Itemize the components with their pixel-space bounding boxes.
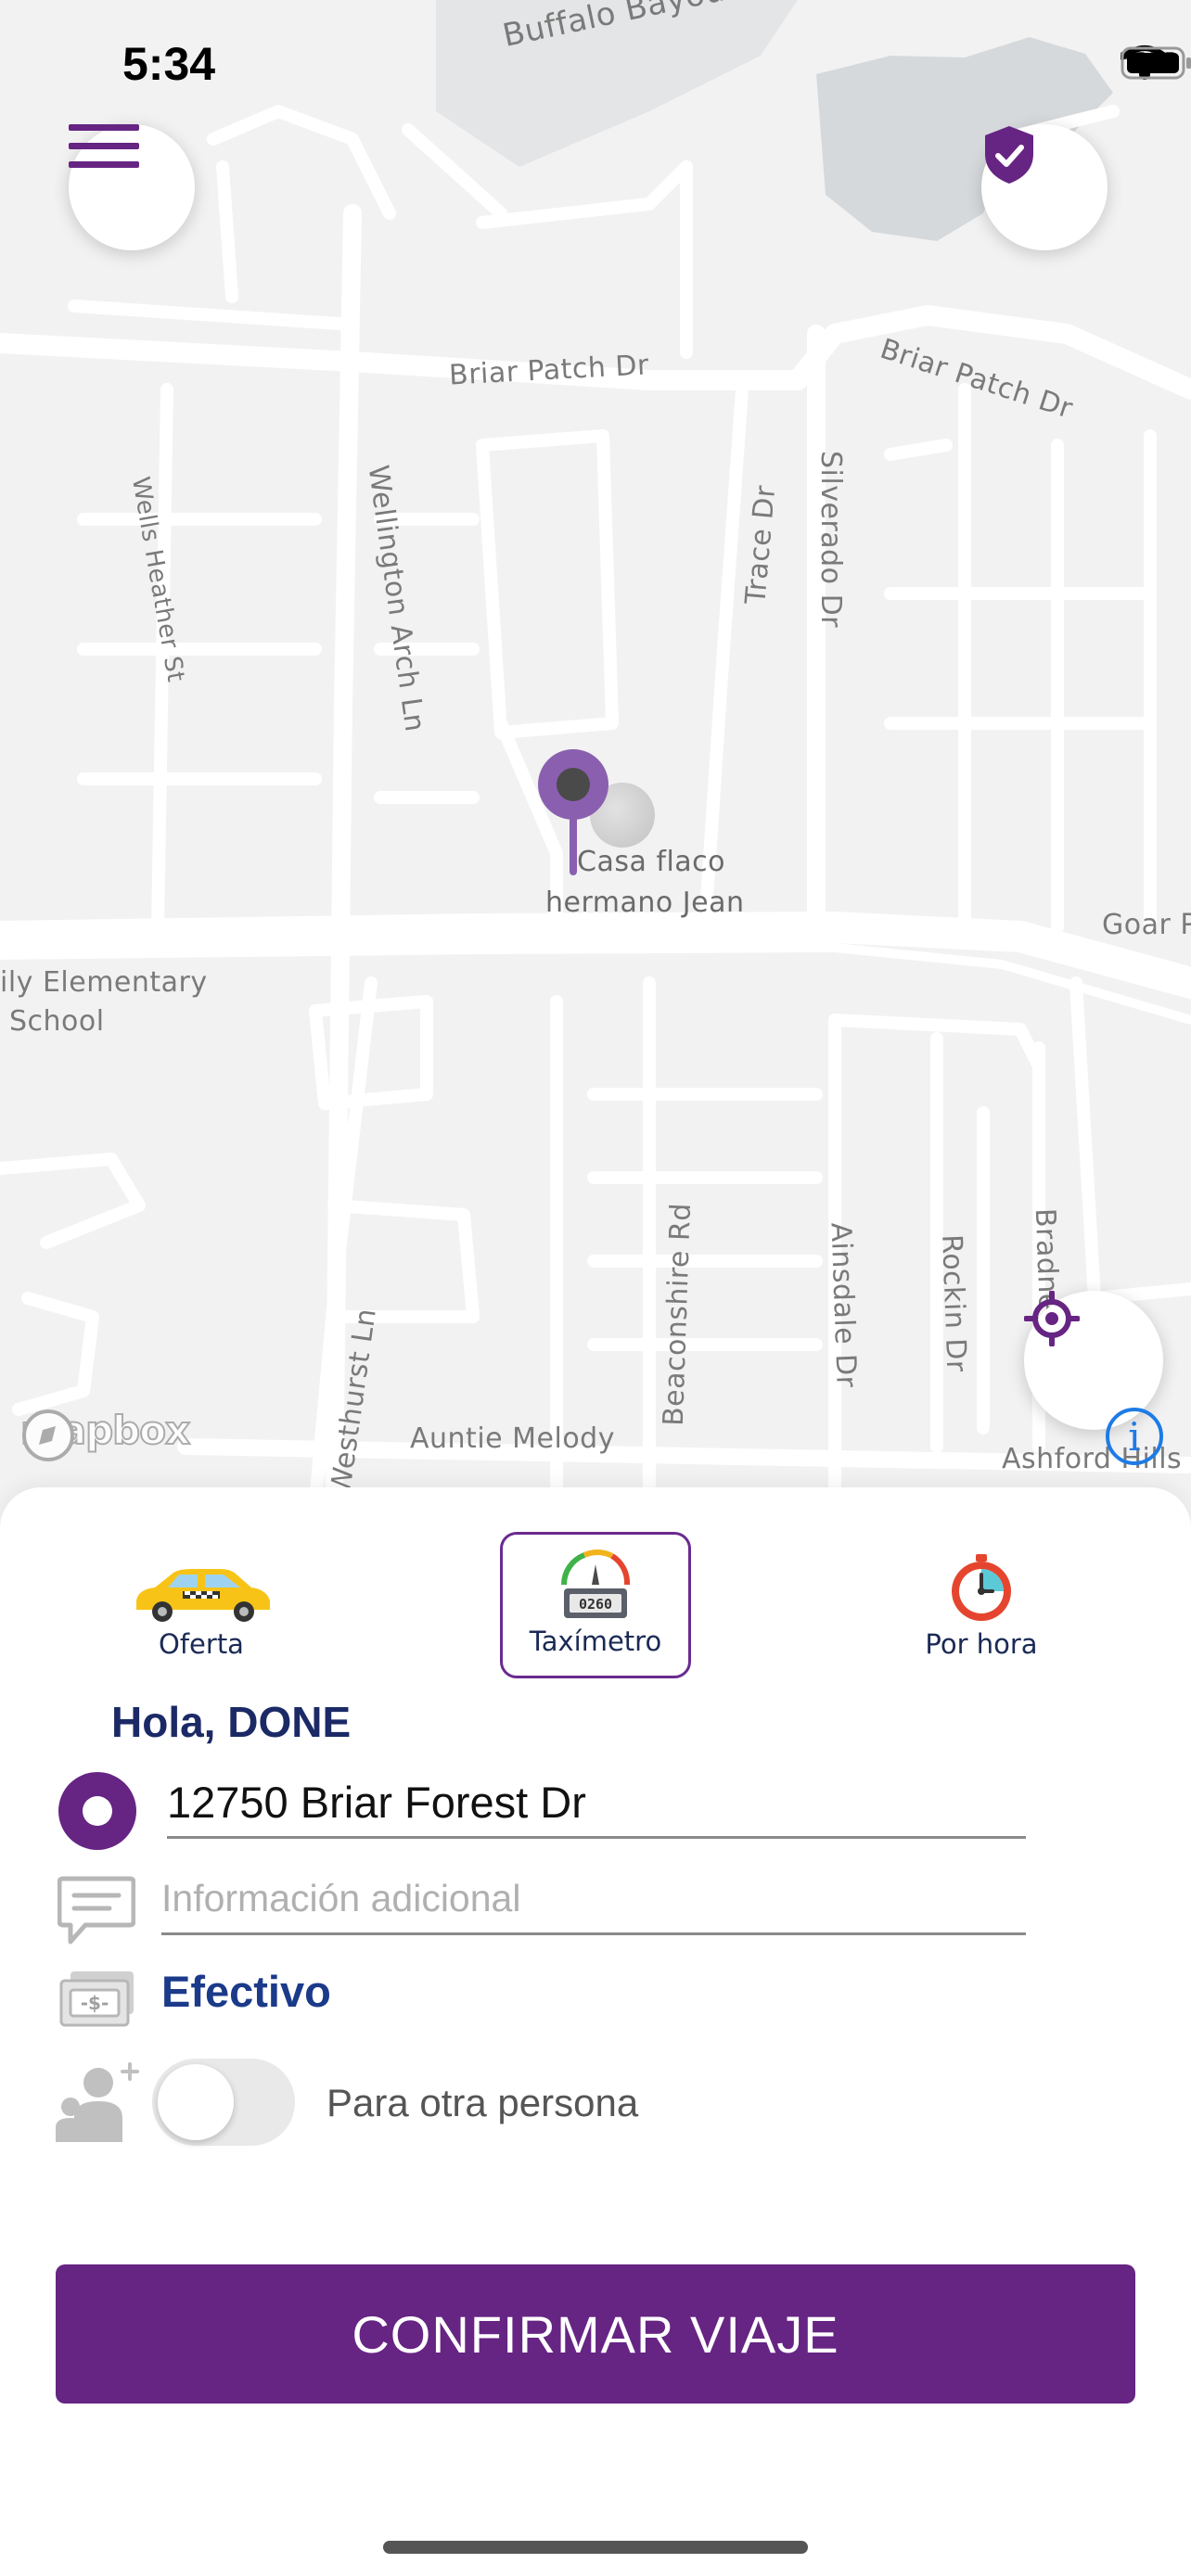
taximeter-icon: 0260 bbox=[560, 1549, 631, 1618]
mode-por-hora[interactable]: Por hora bbox=[886, 1532, 1077, 1678]
other-person-toggle[interactable] bbox=[152, 2059, 295, 2146]
origin-radio-icon bbox=[58, 1772, 136, 1850]
map-label-auntie-melody: Auntie Melody bbox=[410, 1422, 615, 1455]
mapbox-attribution: mapbox bbox=[19, 1407, 191, 1461]
mode-por-hora-label: Por hora bbox=[925, 1628, 1038, 1660]
mode-taximetro[interactable]: 0260 Taxímetro bbox=[500, 1532, 691, 1678]
status-time: 5:34 bbox=[122, 38, 216, 90]
info-icon[interactable]: i bbox=[1104, 1406, 1165, 1467]
stopwatch-icon bbox=[952, 1554, 1011, 1621]
map-view[interactable]: Buffalo Bayou Briar Patch Dr Briar Patch… bbox=[0, 0, 1191, 1502]
menu-button[interactable] bbox=[69, 124, 195, 250]
pickup-address-field[interactable]: 12750 Briar Forest Dr bbox=[167, 1777, 1026, 1839]
map-label-school-line1: ily Elementary bbox=[0, 966, 208, 999]
greeting: Hola, DONE bbox=[111, 1698, 352, 1746]
cash-icon: -$- bbox=[59, 1971, 134, 2027]
toggle-knob bbox=[158, 2064, 234, 2140]
mapbox-logo-icon bbox=[22, 1409, 74, 1461]
pickup-pin-icon[interactable] bbox=[536, 747, 610, 877]
map-label-silverado-dr: Silverado Dr bbox=[814, 450, 848, 629]
map-label-ainsdale-dr: Ainsdale Dr bbox=[824, 1221, 863, 1389]
taxi-icon bbox=[136, 1569, 270, 1622]
map-label-goar: Goar P bbox=[1102, 909, 1191, 941]
battery-icon bbox=[1121, 46, 1191, 80]
additional-info-input[interactable]: Información adicional bbox=[161, 1877, 1026, 1935]
mode-oferta[interactable]: Oferta bbox=[106, 1532, 297, 1678]
shield-check-icon bbox=[985, 126, 1033, 184]
mode-taximetro-label: Taxímetro bbox=[529, 1626, 662, 1657]
home-indicator bbox=[383, 2541, 808, 2554]
comment-icon bbox=[58, 1876, 135, 1945]
svg-text:-$-: -$- bbox=[81, 1992, 109, 2014]
confirm-trip-button[interactable]: CONFIRMAR VIAJE bbox=[56, 2264, 1135, 2404]
hamburger-icon bbox=[69, 124, 139, 168]
svg-text:0260: 0260 bbox=[579, 1596, 612, 1613]
add-person-icon bbox=[56, 2062, 139, 2142]
mode-oferta-label: Oferta bbox=[159, 1628, 244, 1660]
svg-text:i: i bbox=[1128, 1414, 1140, 1460]
other-person-label: Para otra persona bbox=[327, 2081, 639, 2124]
map-label-rockin-dr: Rockin Dr bbox=[935, 1233, 973, 1373]
poi-label-line2: hermano Jean bbox=[545, 886, 745, 919]
crosshair-icon bbox=[1024, 1291, 1080, 1346]
service-modes: Oferta 0260 Taxímetro Por hora bbox=[0, 1532, 1191, 1680]
safety-button[interactable] bbox=[981, 124, 1108, 250]
payment-method[interactable]: Efectivo bbox=[161, 1966, 331, 2017]
map-label-school-line2: School bbox=[9, 1005, 105, 1038]
trip-sheet: Oferta 0260 Taxímetro Por hora Hola, DON… bbox=[0, 1487, 1191, 2576]
